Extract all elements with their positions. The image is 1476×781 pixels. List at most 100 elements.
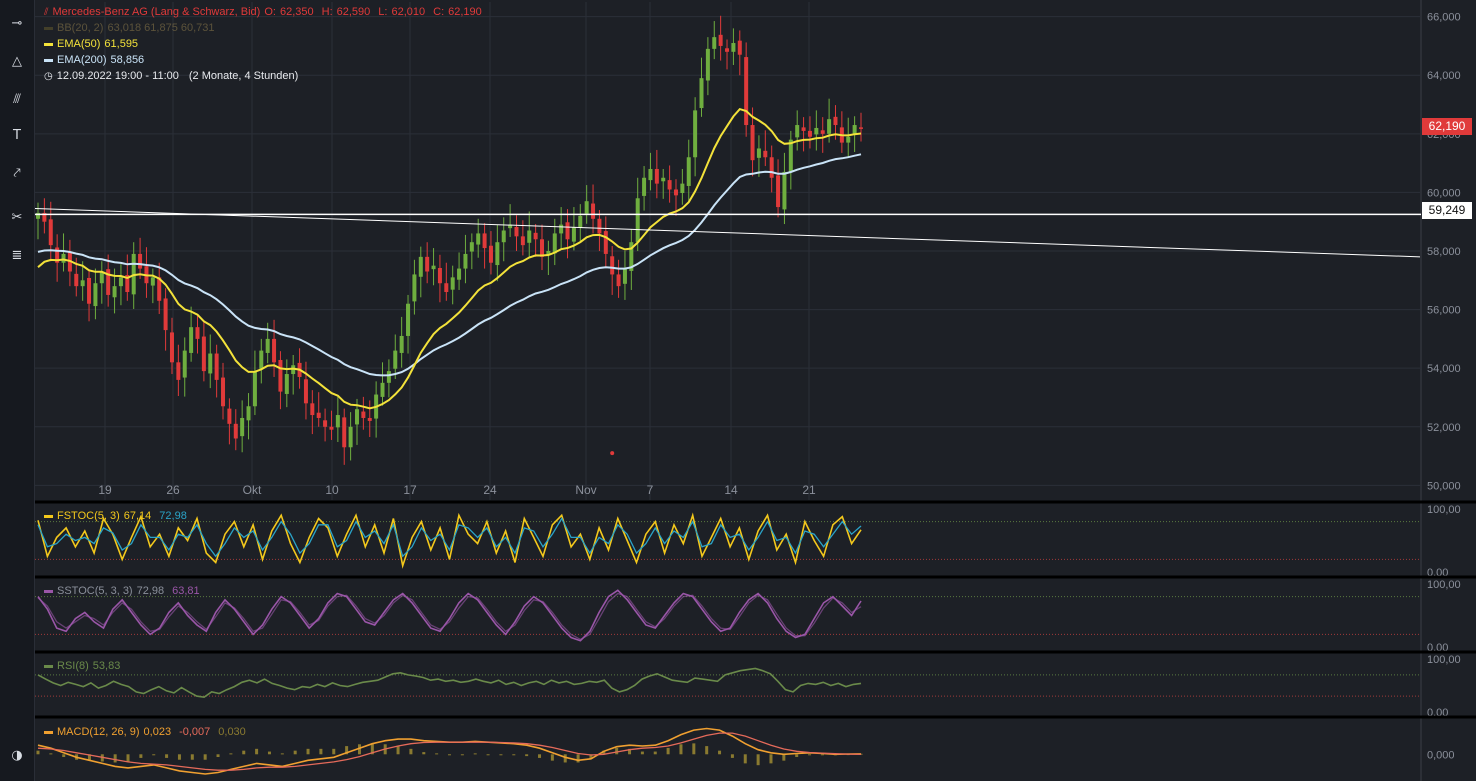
candle-body bbox=[642, 178, 646, 196]
macd-histogram-bar bbox=[551, 754, 554, 760]
tools-icon[interactable]: ✂ bbox=[0, 204, 34, 230]
macd-histogram-bar bbox=[127, 754, 130, 761]
candle-body bbox=[62, 254, 66, 263]
y-tick-label: 54,000 bbox=[1427, 363, 1461, 375]
x-tick-label: Nov bbox=[575, 483, 596, 497]
candle-body bbox=[617, 274, 621, 286]
ema50-line bbox=[38, 109, 861, 408]
indicator-tick-label: 0,000 bbox=[1427, 749, 1455, 761]
legend-rsi[interactable]: RSI(8) 53,83 bbox=[44, 660, 120, 672]
y-tick-label: 56,000 bbox=[1427, 305, 1461, 317]
ema200-line bbox=[38, 154, 861, 375]
candle-body bbox=[215, 354, 219, 380]
macd-histogram-bar bbox=[461, 754, 464, 755]
candle-body bbox=[406, 304, 410, 336]
candle-body bbox=[776, 175, 780, 207]
candle-body bbox=[317, 413, 321, 418]
chart-area[interactable]: 50,00052,00054,00056,00058,00060,00062,0… bbox=[35, 0, 1476, 781]
candle-body bbox=[553, 233, 557, 253]
candle-body bbox=[578, 216, 582, 228]
bb-label: BB(20, 2) bbox=[57, 22, 103, 34]
y-tick-label: 64,000 bbox=[1427, 70, 1461, 82]
legend-ema50-row[interactable]: EMA(50) 61,595 bbox=[44, 38, 138, 50]
macd-histogram-bar bbox=[294, 751, 297, 755]
rsi-value: 53,83 bbox=[93, 660, 121, 672]
macd-histogram-bar bbox=[62, 754, 65, 757]
candle-body bbox=[527, 230, 531, 242]
draw-icon[interactable]: ⤤ bbox=[0, 160, 34, 186]
candle-body bbox=[789, 140, 793, 172]
high-label: H: bbox=[322, 6, 333, 18]
legend-title-row: ⫽ Mercedes-Benz AG (Lang & Schwarz, Bid)… bbox=[44, 6, 482, 18]
legend-ema200-row[interactable]: EMA(200) 58,856 bbox=[44, 54, 144, 66]
candle-body bbox=[400, 336, 404, 353]
chart-type-icon[interactable]: ⫽ bbox=[44, 7, 48, 18]
macd-histogram-bar bbox=[191, 754, 194, 759]
candle-body bbox=[859, 127, 863, 128]
macd-signal-value: -0,007 bbox=[179, 726, 210, 738]
macd-hist-value: 0,030 bbox=[218, 726, 246, 738]
candle-body bbox=[585, 201, 589, 213]
candle-body bbox=[853, 125, 857, 134]
candle-body bbox=[176, 362, 180, 380]
trendline bbox=[35, 209, 1420, 257]
text-icon[interactable]: T bbox=[0, 122, 34, 148]
ema50-value: 61,595 bbox=[104, 38, 138, 50]
candle-body bbox=[349, 427, 353, 448]
close-label: C: bbox=[433, 6, 444, 18]
macd-histogram-bar bbox=[808, 754, 811, 755]
macd-histogram-bar bbox=[474, 753, 477, 754]
candle-body bbox=[655, 169, 659, 184]
bb-swatch bbox=[44, 27, 53, 30]
legend-bb-row[interactable]: BB(20, 2) 63,018 61,875 60,731 bbox=[44, 22, 215, 34]
rsi-swatch bbox=[44, 665, 53, 668]
range-note: (2 Monate, 4 Stunden) bbox=[189, 70, 298, 82]
macd-histogram-bar bbox=[615, 748, 618, 754]
high-value: 62,590 bbox=[337, 6, 371, 18]
theme-icon[interactable]: ◑ bbox=[0, 742, 34, 768]
candle-body bbox=[310, 403, 314, 415]
candle-body bbox=[833, 117, 837, 125]
candle-body bbox=[687, 157, 691, 186]
legend-fstoc[interactable]: FSTOC(5, 3) 67,14 72,98 bbox=[44, 510, 187, 522]
candle-body bbox=[680, 184, 684, 193]
macd-histogram-bar bbox=[281, 753, 284, 754]
candle-body bbox=[604, 231, 608, 254]
candle-body bbox=[610, 256, 614, 274]
macd-histogram-bar bbox=[152, 754, 155, 755]
triangle-icon[interactable]: △ bbox=[0, 48, 34, 74]
legend-sstoc[interactable]: SSTOC(5, 3, 3) 72,98 63,81 bbox=[44, 585, 200, 597]
fstoc-d-value: 72,98 bbox=[159, 510, 187, 522]
candle-body bbox=[81, 280, 85, 286]
candle-body bbox=[49, 219, 53, 245]
candle-body bbox=[470, 242, 474, 251]
candle-body bbox=[247, 406, 251, 420]
list-icon[interactable]: ≣ bbox=[0, 242, 34, 268]
candle-body bbox=[361, 412, 365, 418]
candle-body bbox=[463, 254, 467, 269]
hline-price-tag[interactable]: 59,249 bbox=[1422, 202, 1472, 219]
candle-body bbox=[425, 257, 429, 272]
x-tick-label: 10 bbox=[325, 483, 339, 497]
candle-body bbox=[700, 78, 704, 108]
macd-histogram-bar bbox=[577, 754, 580, 762]
macd-histogram-bar bbox=[641, 752, 644, 755]
candle-body bbox=[770, 157, 774, 178]
candle-body bbox=[170, 332, 174, 362]
macd-histogram-bar bbox=[512, 754, 515, 755]
sstoc-d-value: 63,81 bbox=[172, 585, 200, 597]
y-tick-label: 58,000 bbox=[1427, 246, 1461, 258]
indicators-icon[interactable]: ⫻ bbox=[0, 86, 34, 112]
crosshair-icon[interactable]: ⊸ bbox=[0, 10, 34, 36]
legend-macd[interactable]: MACD(12, 26, 9) 0,023 -0,007 0,030 bbox=[44, 726, 246, 738]
candle-body bbox=[668, 180, 672, 189]
macd-histogram-bar bbox=[165, 754, 168, 758]
macd-histogram-bar bbox=[718, 751, 721, 755]
macd-histogram-bar bbox=[332, 749, 335, 754]
macd-histogram-bar bbox=[538, 754, 541, 758]
macd-histogram-bar bbox=[422, 752, 425, 754]
low-value: 62,010 bbox=[391, 6, 425, 18]
ema200-swatch bbox=[44, 59, 53, 62]
candle-body bbox=[457, 269, 461, 280]
macd-histogram-bar bbox=[268, 752, 271, 755]
